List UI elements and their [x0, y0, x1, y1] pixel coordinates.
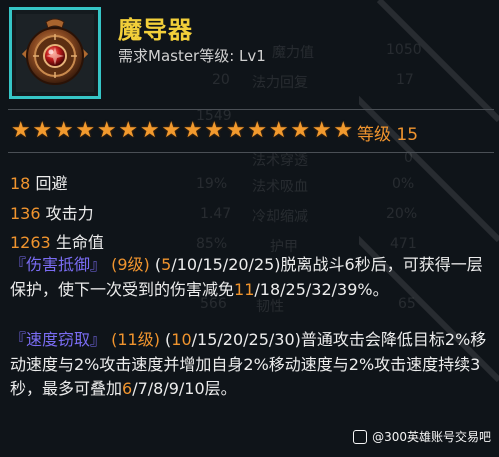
star-icon: ★	[182, 118, 203, 143]
skill-description: (	[159, 330, 172, 349]
star-icon: ★	[268, 118, 289, 143]
stat-dodge: 18 回避	[10, 170, 67, 194]
star-icon: ★	[10, 118, 31, 143]
watermark-text: @300英雄账号交易吧	[372, 430, 491, 444]
star-icon: ★	[290, 118, 311, 143]
star-icon: ★	[96, 118, 117, 143]
skill-name: 『速度窃取』	[10, 330, 107, 349]
stat-value: 136	[10, 204, 41, 223]
stat-hp: 1263 生命值	[10, 229, 104, 253]
weibo-logo-icon	[353, 429, 368, 444]
skill-description: /18/25/32/39%。	[254, 279, 389, 299]
star-icon: ★	[75, 118, 96, 143]
star-rating: ★ ★ ★ ★ ★ ★ ★ ★ ★ ★ ★ ★ ★ ★ ★ ★	[10, 120, 354, 142]
stat-label: 生命值	[55, 233, 104, 252]
item-tooltip: 魔导器 需求Master等级: Lv1 ★ ★ ★ ★ ★ ★ ★ ★ ★ ★ ★ ★ ★ ★ ★ ★ 等级 …	[0, 0, 499, 457]
star-icon: ★	[225, 118, 246, 143]
item-icon-frame[interactable]	[9, 7, 101, 99]
divider	[8, 152, 494, 153]
star-icon: ★	[139, 118, 160, 143]
star-icon: ★	[333, 118, 354, 143]
star-icon: ★	[32, 118, 53, 143]
star-icon: ★	[161, 118, 182, 143]
item-requirement: 需求Master等级: Lv1	[118, 47, 266, 65]
stat-label: 回避	[35, 174, 68, 193]
skill-value-highlight: 6	[122, 379, 133, 398]
stat-label: 攻击力	[45, 204, 94, 223]
item-name: 魔导器	[118, 16, 193, 44]
star-icon: ★	[204, 118, 225, 143]
star-icon: ★	[53, 118, 74, 143]
stat-value: 1263	[10, 233, 51, 252]
skill-value-highlight: 5	[161, 255, 172, 274]
skill-description: (	[149, 255, 162, 274]
skill-value-highlight: 10	[171, 330, 192, 349]
skill-speed-steal: 『速度窃取』 (11级) (10/15/20/25/30)普通攻击会降低目标2%…	[10, 328, 490, 402]
skill-value-highlight: 11	[234, 279, 255, 299]
star-icon: ★	[311, 118, 332, 143]
skill-damage-defense: 『伤害抵御』 (9级) (5/10/15/20/25)脱离战斗6秒后，可获得一层…	[10, 253, 490, 302]
watermark: @300英雄账号交易吧	[353, 428, 491, 445]
skill-name: 『伤害抵御』	[10, 255, 107, 274]
star-icon: ★	[247, 118, 268, 143]
star-icon: ★	[118, 118, 139, 143]
skill-level: (9级)	[106, 255, 150, 274]
skill-level: (11级)	[106, 330, 160, 349]
divider	[8, 109, 494, 110]
stat-attack: 136 攻击力	[10, 200, 94, 224]
item-level: 等级 15	[357, 125, 419, 145]
skill-description: /7/8/9/10层。	[132, 379, 237, 398]
stat-value: 18	[10, 174, 31, 193]
compass-amulet-icon	[16, 14, 94, 92]
